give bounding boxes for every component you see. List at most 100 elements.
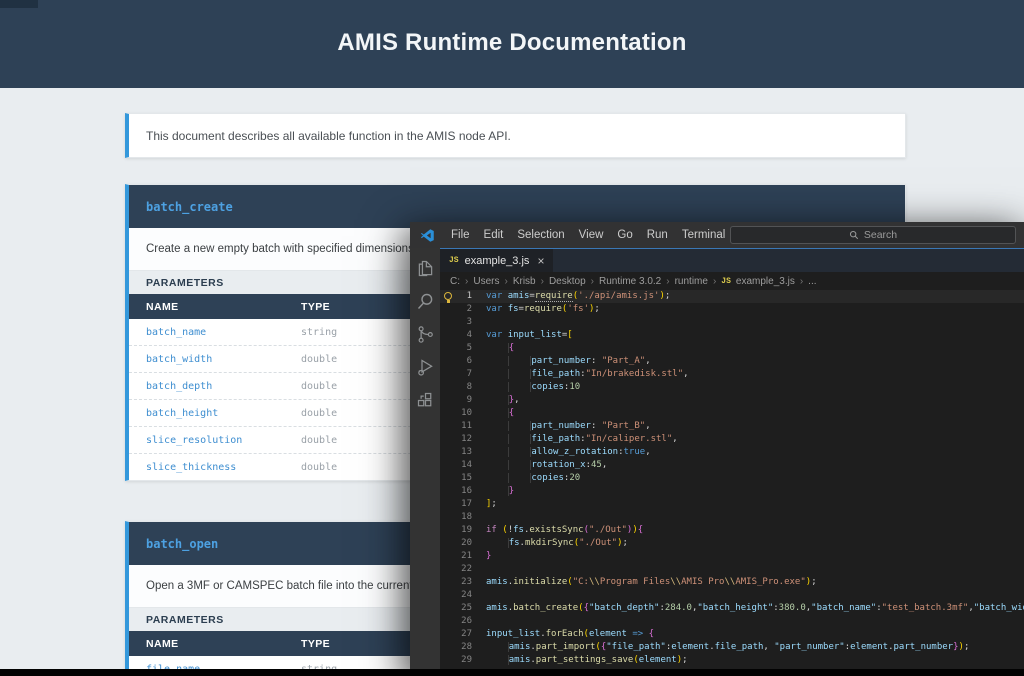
line-gutter: 5 <box>440 342 472 355</box>
line-number: 21 <box>440 550 472 563</box>
js-file-icon: JS <box>449 256 459 265</box>
code-text: amis.initialize("C:\\Program Files\\AMIS… <box>472 576 817 589</box>
param-name: batch_height <box>129 408 301 419</box>
code-line-19[interactable]: 19if (!fs.existsSync("./Out")){ <box>440 524 1024 537</box>
source-control-icon[interactable] <box>415 324 436 345</box>
menu-edit[interactable]: Edit <box>477 222 511 248</box>
code-line-6[interactable]: 6 part_number: "Part_A", <box>440 355 1024 368</box>
line-number: 14 <box>440 459 472 472</box>
menu-go[interactable]: Go <box>610 222 639 248</box>
search-sidebar-icon[interactable] <box>415 291 436 312</box>
vscode-titlebar: FileEditSelectionViewGoRunTerminalHelp ←… <box>410 222 1024 248</box>
code-text <box>472 511 486 524</box>
param-type: double <box>301 354 337 365</box>
menu-view[interactable]: View <box>572 222 611 248</box>
breadcrumb-item[interactable]: Krisb <box>513 276 536 287</box>
js-file-icon: JS <box>721 277 731 286</box>
code-text: file_path:"In/brakedisk.stl", <box>472 368 689 381</box>
line-number: 18 <box>440 511 472 524</box>
intro-card: This document describes all available fu… <box>125 113 906 158</box>
line-gutter: 29 <box>440 654 472 667</box>
code-line-10[interactable]: 10 { <box>440 407 1024 420</box>
code-text: var input_list=[ <box>472 329 573 342</box>
code-line-5[interactable]: 5 { <box>440 342 1024 355</box>
code-line-21[interactable]: 21} <box>440 550 1024 563</box>
line-number: 8 <box>440 381 472 394</box>
code-line-27[interactable]: 27input_list.forEach(element => { <box>440 628 1024 641</box>
line-gutter: 13 <box>440 446 472 459</box>
code-line-15[interactable]: 15 copies:20 <box>440 472 1024 485</box>
column-header-type: TYPE <box>301 638 330 650</box>
breadcrumb-item[interactable]: C: <box>450 276 460 287</box>
line-number: 16 <box>440 485 472 498</box>
corner-artifact <box>0 0 38 8</box>
extensions-icon[interactable] <box>415 390 436 411</box>
line-gutter: 28 <box>440 641 472 654</box>
code-line-4[interactable]: 4var input_list=[ <box>440 329 1024 342</box>
breadcrumb-chevron-icon: › <box>465 276 468 287</box>
code-line-20[interactable]: 20 fs.mkdirSync("./Out"); <box>440 537 1024 550</box>
line-gutter: 27 <box>440 628 472 641</box>
menu-file[interactable]: File <box>444 222 477 248</box>
line-number: 6 <box>440 355 472 368</box>
line-gutter: 21 <box>440 550 472 563</box>
code-text: file_path:"In/caliper.stl", <box>472 433 678 446</box>
line-gutter: 6 <box>440 355 472 368</box>
lightbulb-icon[interactable] <box>444 292 452 300</box>
code-line-29[interactable]: 29 amis.part_settings_save(element); <box>440 654 1024 667</box>
tab-example-3-js[interactable]: JS example_3.js × <box>440 249 553 272</box>
code-line-14[interactable]: 14 rotation_x:45, <box>440 459 1024 472</box>
menu-selection[interactable]: Selection <box>510 222 571 248</box>
code-line-1[interactable]: 1var amis=require('./api/amis.js'); <box>440 290 1024 303</box>
explorer-icon[interactable] <box>415 258 436 279</box>
line-number: 15 <box>440 472 472 485</box>
line-gutter: 20 <box>440 537 472 550</box>
line-gutter: 4 <box>440 329 472 342</box>
code-line-11[interactable]: 11 part_number: "Part_B", <box>440 420 1024 433</box>
breadcrumb-item[interactable]: ... <box>808 276 816 287</box>
code-line-7[interactable]: 7 file_path:"In/brakedisk.stl", <box>440 368 1024 381</box>
breadcrumb-item[interactable]: Desktop <box>549 276 586 287</box>
code-line-3[interactable]: 3 <box>440 316 1024 329</box>
code-line-25[interactable]: 25amis.batch_create({"batch_depth":284.0… <box>440 602 1024 615</box>
code-line-16[interactable]: 16 } <box>440 485 1024 498</box>
code-line-8[interactable]: 8 copies:10 <box>440 381 1024 394</box>
tab-strip: JS example_3.js × <box>440 248 1024 272</box>
breadcrumb-item[interactable]: Users <box>473 276 499 287</box>
code-area[interactable]: 1var amis=require('./api/amis.js');2var … <box>440 290 1024 676</box>
breadcrumb-item[interactable]: example_3.js <box>736 276 795 287</box>
code-text: { <box>472 407 514 420</box>
run-debug-icon[interactable] <box>415 357 436 378</box>
param-name: batch_name <box>129 327 301 338</box>
param-name: slice_thickness <box>129 462 301 473</box>
code-line-28[interactable]: 28 amis.part_import({"file_path":element… <box>440 641 1024 654</box>
vscode-logo-icon <box>420 228 435 243</box>
code-line-24[interactable]: 24 <box>440 589 1024 602</box>
code-line-23[interactable]: 23amis.initialize("C:\\Program Files\\AM… <box>440 576 1024 589</box>
breadcrumb-chevron-icon: › <box>666 276 669 287</box>
code-line-26[interactable]: 26 <box>440 615 1024 628</box>
code-line-13[interactable]: 13 allow_z_rotation:true, <box>440 446 1024 459</box>
code-line-17[interactable]: 17]; <box>440 498 1024 511</box>
menu-run[interactable]: Run <box>640 222 675 248</box>
breadcrumb-item[interactable]: Runtime 3.0.2 <box>599 276 661 287</box>
breadcrumb-chevron-icon: › <box>800 276 803 287</box>
code-text: input_list.forEach(element => { <box>472 628 654 641</box>
menu-terminal[interactable]: Terminal <box>675 222 732 248</box>
search-input[interactable]: Search <box>730 226 1016 244</box>
page-title: AMIS Runtime Documentation <box>0 0 1024 86</box>
code-line-2[interactable]: 2var fs=require('fs'); <box>440 303 1024 316</box>
vscode-window: FileEditSelectionViewGoRunTerminalHelp ←… <box>410 222 1024 676</box>
code-line-12[interactable]: 12 file_path:"In/caliper.stl", <box>440 433 1024 446</box>
code-line-9[interactable]: 9 }, <box>440 394 1024 407</box>
line-gutter: 18 <box>440 511 472 524</box>
line-number: 20 <box>440 537 472 550</box>
line-number: 27 <box>440 628 472 641</box>
column-header-name: NAME <box>129 638 301 650</box>
line-gutter: 14 <box>440 459 472 472</box>
close-icon[interactable]: × <box>537 254 544 268</box>
code-line-18[interactable]: 18 <box>440 511 1024 524</box>
code-text: part_number: "Part_A", <box>472 355 651 368</box>
breadcrumb-item[interactable]: runtime <box>675 276 708 287</box>
code-line-22[interactable]: 22 <box>440 563 1024 576</box>
